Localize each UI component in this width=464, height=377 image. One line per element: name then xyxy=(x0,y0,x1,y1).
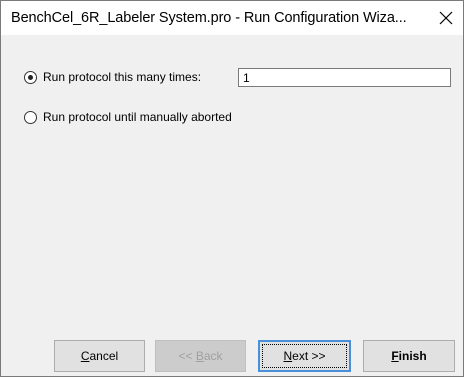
next-button[interactable]: Next >> xyxy=(258,340,351,372)
cancel-mnemonic: C xyxy=(80,349,90,363)
finish-label-rest: inish xyxy=(398,349,427,363)
close-button[interactable] xyxy=(429,1,463,35)
run-until-aborted-label: Run protocol until manually aborted xyxy=(43,110,232,124)
back-button[interactable]: << Back xyxy=(155,340,246,372)
run-until-aborted-option[interactable]: Run protocol until manually aborted xyxy=(24,107,232,127)
run-times-option[interactable]: Run protocol this many times: xyxy=(24,67,201,87)
back-label-rest: ack xyxy=(203,349,223,363)
run-count-input[interactable] xyxy=(238,68,451,87)
wizard-page: Run protocol this many times: Run protoc… xyxy=(1,35,463,376)
finish-mnemonic: F xyxy=(391,349,399,363)
run-times-radio[interactable] xyxy=(24,70,37,84)
next-label-rest: ext >> xyxy=(292,349,326,363)
next-mnemonic: N xyxy=(283,349,293,363)
title-bar[interactable]: BenchCel_6R_Labeler System.pro - Run Con… xyxy=(1,1,463,35)
cancel-button[interactable]: Cancel xyxy=(54,340,145,372)
window-title: BenchCel_6R_Labeler System.pro - Run Con… xyxy=(11,10,407,26)
finish-button[interactable]: Finish xyxy=(363,340,455,372)
back-prefix: << xyxy=(178,349,196,363)
run-times-label: Run protocol this many times: xyxy=(43,70,202,84)
back-mnemonic: B xyxy=(195,349,204,363)
cancel-label-rest: ancel xyxy=(89,349,119,363)
dialog-window: BenchCel_6R_Labeler System.pro - Run Con… xyxy=(0,0,464,377)
run-until-aborted-radio[interactable] xyxy=(24,110,37,124)
close-icon xyxy=(439,11,453,25)
